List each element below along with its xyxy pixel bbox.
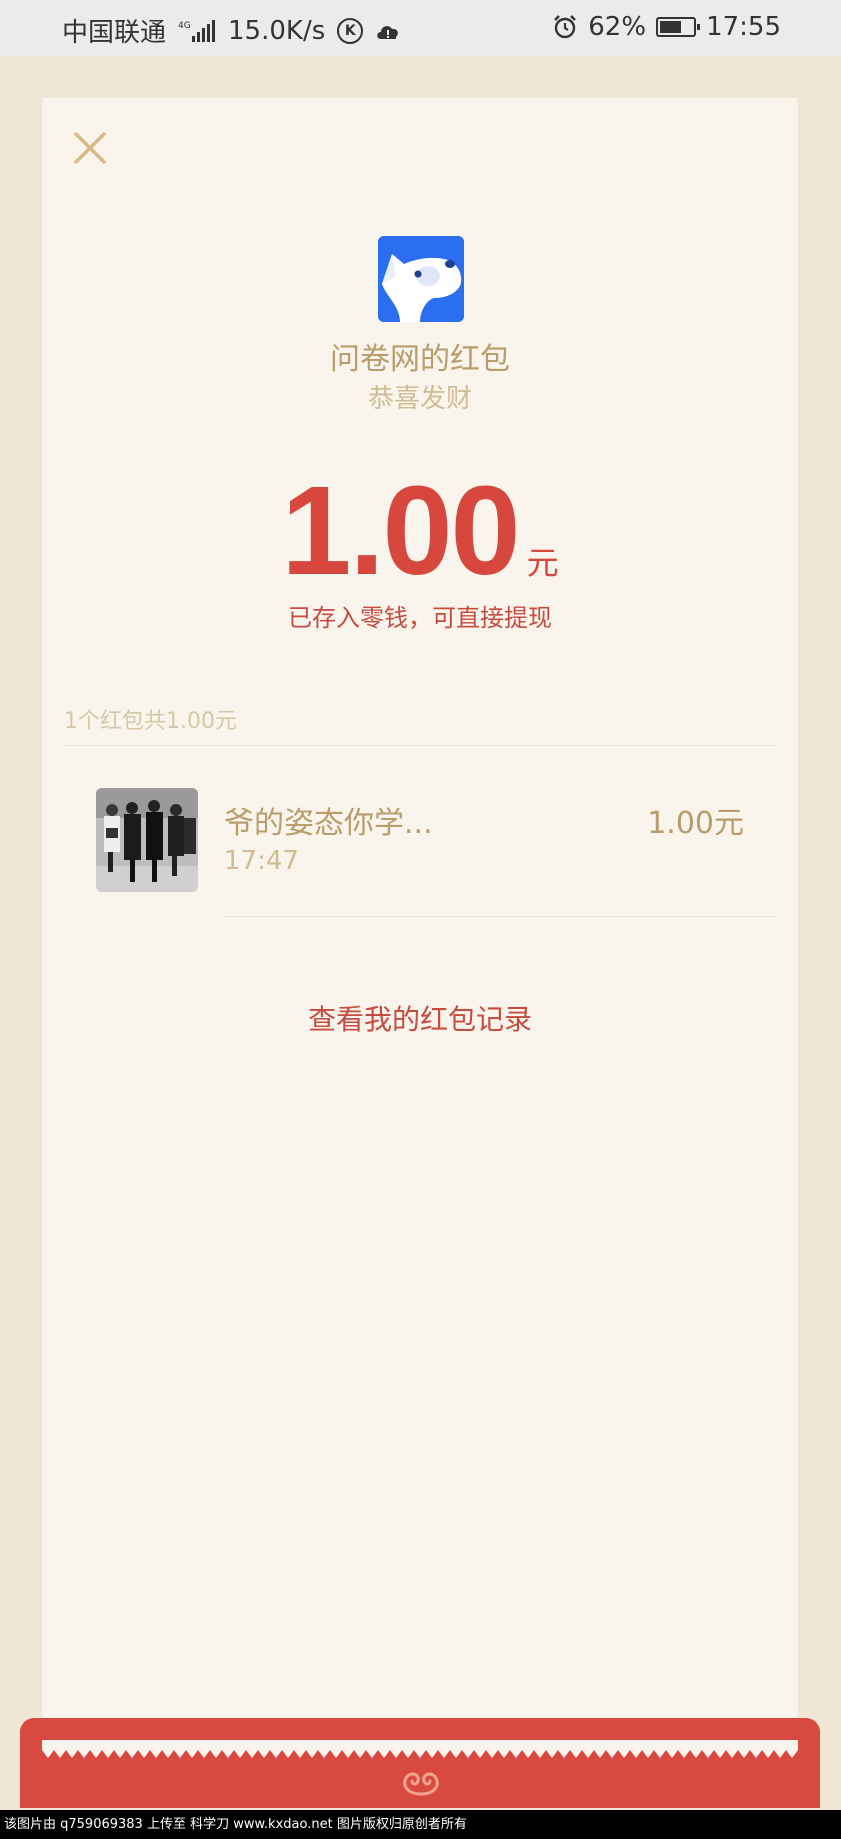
cloud-alert-icon <box>377 25 399 39</box>
close-icon[interactable] <box>70 128 110 168</box>
view-history-link[interactable]: 查看我的红包记录 <box>42 998 798 1038</box>
alarm-icon <box>554 15 577 39</box>
dog-logo-icon <box>378 236 464 322</box>
zigzag-edge <box>42 1740 798 1758</box>
blessing-text: 恭喜发财 <box>367 384 472 414</box>
amount-unit: 元 <box>526 544 559 582</box>
status-bar: 中国联通 4G 15.0K/s K 62% 17:55 <box>0 0 841 56</box>
list-item[interactable]: 爷的姿态你学... 17:47 1.00元 <box>42 788 798 908</box>
record-amount: 1.00元 <box>647 806 744 841</box>
record-time: 17:47 <box>224 846 299 876</box>
k-app-icon: K <box>337 17 364 44</box>
battery-icon <box>656 17 701 37</box>
watermark-footer: 该图片由 q759069383 上传至 科学刀 www.kxdao.net 图片… <box>0 1810 841 1839</box>
amount-value: 1.00 <box>281 460 520 601</box>
network-speed: 15.0K/s <box>228 15 326 46</box>
avatar-photo <box>96 788 198 892</box>
avatar[interactable] <box>96 788 198 892</box>
ruyi-emblem-icon <box>403 1772 439 1796</box>
divider <box>62 745 778 746</box>
signal-icon: 4G <box>178 19 216 42</box>
clock: 17:55 <box>706 12 781 42</box>
divider <box>224 916 778 917</box>
battery-percent: 62% <box>588 12 647 42</box>
record-name: 爷的姿态你学... <box>224 806 433 841</box>
deposit-note: 已存入零钱，可直接提现 <box>288 604 552 632</box>
red-packet-detail-card: 问卷网的红包 恭喜发财 1.00 元 已存入零钱，可直接提现 1个红包共1.00元 <box>42 98 798 1760</box>
status-left: 中国联通 4G 15.0K/s K <box>62 12 401 49</box>
sender-title: 问卷网的红包 <box>330 342 510 377</box>
carrier-label: 中国联通 <box>62 18 167 48</box>
status-right: 62% 17:55 <box>552 12 781 42</box>
svg-text:4G: 4G <box>178 21 191 31</box>
amount-display: 1.00 元 <box>42 458 798 603</box>
packet-summary: 1个红包共1.00元 <box>64 709 237 734</box>
sender-logo <box>378 236 464 322</box>
